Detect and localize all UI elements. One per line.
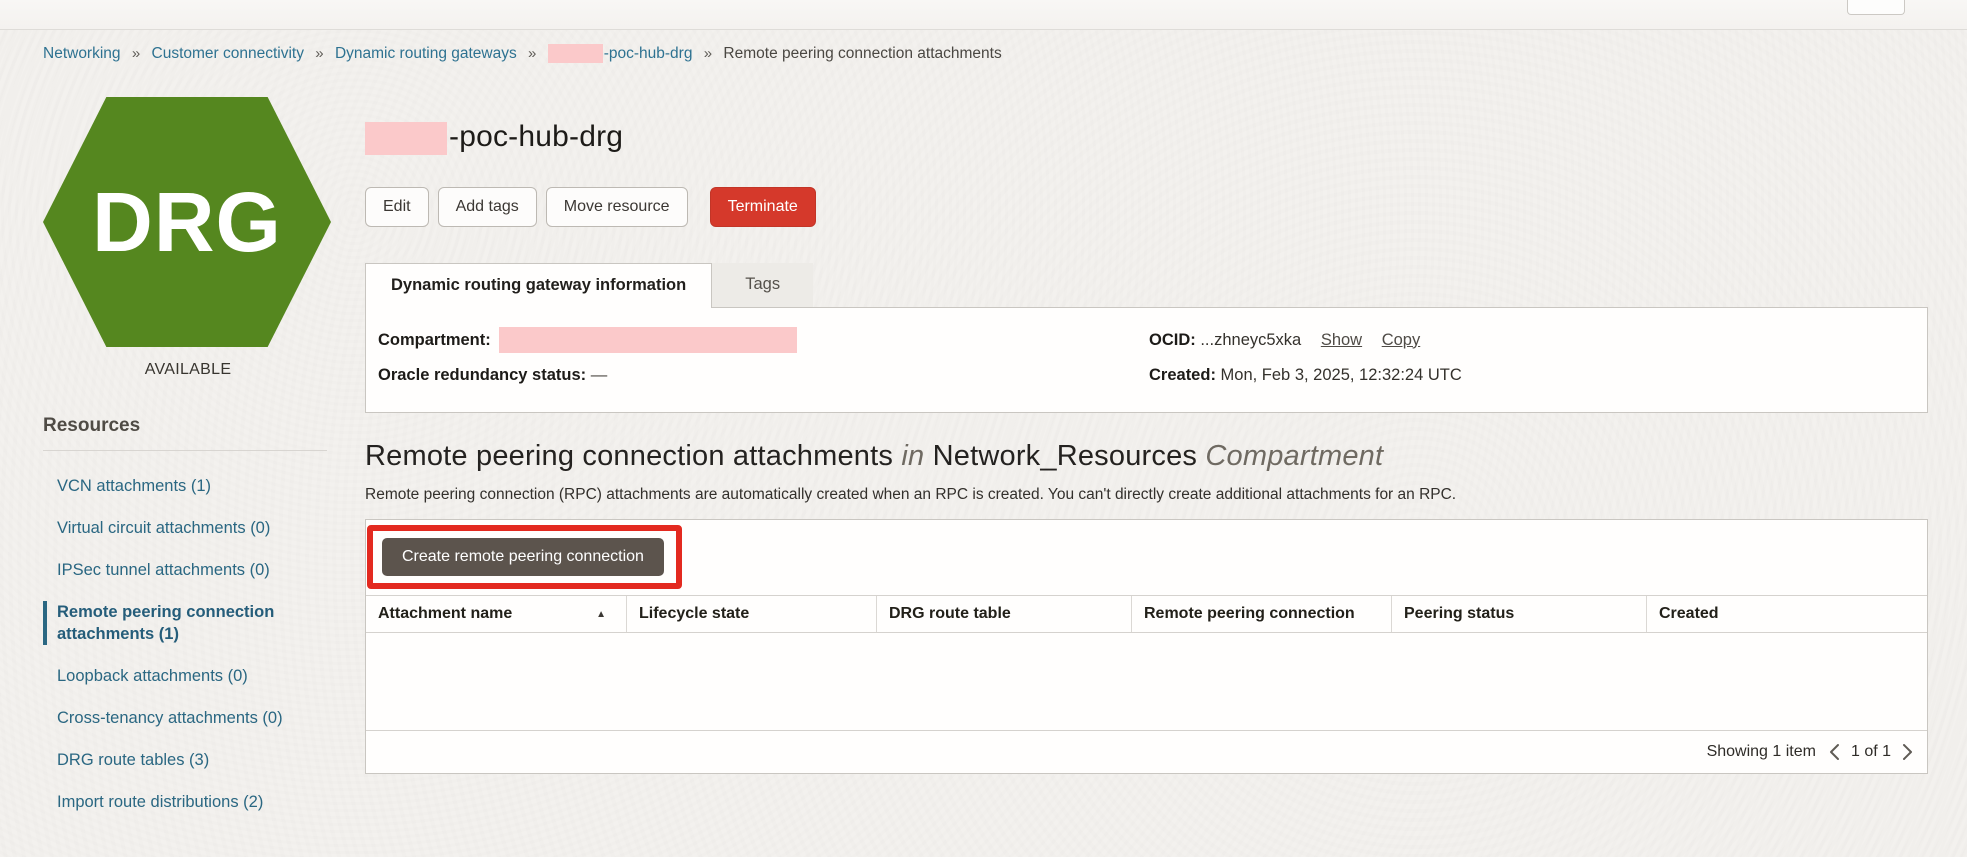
column-header-created[interactable]: Created (1646, 596, 1927, 633)
sidebar-item-import-route-distributions[interactable]: Import route distributions (2) (43, 791, 323, 813)
column-header-remote-peering-connection[interactable]: Remote peering connection (1131, 596, 1391, 633)
rail-divider (43, 450, 327, 451)
page-title: -poc-hub-drg (365, 120, 1928, 155)
column-header-peering-status[interactable]: Peering status (1391, 596, 1646, 633)
ocid-value: ...zhneyc5xka (1200, 330, 1302, 349)
sort-ascending-icon: ▲ (596, 608, 606, 620)
gateway-information-panel: Compartment: OCID: ...zhneyc5xka Show Co… (365, 306, 1928, 414)
chevron-left-icon[interactable] (1829, 743, 1840, 761)
breadcrumb-separator: » (528, 45, 537, 62)
sidebar-item-ipsec-tunnel-attachments[interactable]: IPSec tunnel attachments (0) (43, 559, 323, 581)
table-body-empty (366, 633, 1927, 732)
section-description: Remote peering connection (RPC) attachme… (365, 486, 1457, 504)
ocid-copy-link[interactable]: Copy (1382, 331, 1421, 349)
chevron-right-icon[interactable] (1902, 743, 1913, 761)
ocid-show-link[interactable]: Show (1321, 331, 1362, 349)
table-footer: Showing 1 item 1 of 1 (366, 731, 1927, 773)
resource-icon-block: DRG AVAILABLE (43, 97, 333, 379)
sidebar-item-cross-tenancy-attachments[interactable]: Cross-tenancy attachments (0) (43, 707, 323, 729)
ocid-field: OCID: ...zhneyc5xka Show Copy (1149, 327, 1915, 354)
drg-hexagon-icon: DRG (43, 97, 331, 347)
showing-items-text: Showing 1 item (1706, 743, 1816, 761)
compartment-label: Compartment: (378, 330, 491, 349)
drg-hexagon-label: DRG (92, 174, 282, 269)
sidebar-item-virtual-circuit-attachments[interactable]: Virtual circuit attachments (0) (43, 517, 323, 539)
tab-dynamic-routing-gateway-information[interactable]: Dynamic routing gateway information (365, 262, 713, 308)
main-column: -poc-hub-drg Edit Add tags Move resource… (365, 94, 1928, 833)
redundancy-label: Oracle redundancy status: (378, 366, 587, 385)
sidebar-item-remote-peering-connection-attachments[interactable]: Remote peering connection attachments (1… (43, 601, 323, 645)
created-value: Mon, Feb 3, 2025, 12:32:24 UTC (1220, 366, 1462, 385)
breadcrumb-current: Remote peering connection attachments (723, 45, 1002, 62)
column-header-attachment-name[interactable]: Attachment name ▲ (366, 596, 626, 632)
table-header-row: Attachment name ▲ Lifecycle state DRG ro… (366, 595, 1927, 634)
annotation-highlight-box: Create remote peering connection (367, 525, 682, 590)
compartment-field: Compartment: (378, 327, 1149, 354)
pagination: 1 of 1 (1829, 743, 1913, 761)
section-heading-compartment-name: Network_Resources (932, 440, 1198, 473)
content: DRG AVAILABLE Resources VCN attachments … (43, 94, 1928, 833)
breadcrumb-link-dynamic-routing-gateways[interactable]: Dynamic routing gateways (335, 45, 517, 62)
breadcrumb-link-drg-name[interactable]: -poc-hub-drg (604, 45, 693, 62)
breadcrumb: Networking » Customer connectivity » Dyn… (43, 44, 1928, 64)
breadcrumb-link-customer-connectivity[interactable]: Customer connectivity (152, 45, 304, 62)
ocid-label: OCID: (1149, 330, 1196, 349)
page: Networking » Customer connectivity » Dyn… (0, 0, 1967, 833)
sidebar-item-drg-route-tables[interactable]: DRG route tables (3) (43, 749, 323, 771)
page-indicator: 1 of 1 (1850, 743, 1891, 761)
section-heading: Remote peering connection attachments in… (365, 440, 1928, 473)
redaction-block (498, 327, 797, 354)
edit-button[interactable]: Edit (365, 186, 429, 227)
column-header-drg-route-table[interactable]: DRG route table (876, 596, 1131, 633)
attachments-table-card: Create remote peering connection Attachm… (365, 519, 1928, 775)
redundancy-field: Oracle redundancy status: — (378, 362, 1149, 388)
section-heading-in: in (901, 440, 925, 473)
resources-heading: Resources (43, 415, 141, 436)
sidebar-item-vcn-attachments[interactable]: VCN attachments (1) (43, 475, 323, 497)
create-remote-peering-connection-button[interactable]: Create remote peering connection (382, 538, 664, 577)
page-title-text: -poc-hub-drg (449, 120, 624, 153)
redundancy-value: — (590, 366, 608, 385)
breadcrumb-separator: » (315, 45, 324, 62)
move-resource-button[interactable]: Move resource (545, 186, 688, 227)
section-heading-main: Remote peering connection attachments (365, 440, 894, 473)
breadcrumb-separator: » (703, 45, 713, 62)
sidebar-item-loopback-attachments[interactable]: Loopback attachments (0) (43, 665, 323, 687)
table-toolbar: Create remote peering connection (366, 520, 1927, 595)
tab-tags[interactable]: Tags (712, 262, 814, 308)
created-field: Created: Mon, Feb 3, 2025, 12:32:24 UTC (1149, 362, 1915, 388)
left-rail: DRG AVAILABLE Resources VCN attachments … (43, 94, 365, 833)
column-header-lifecycle-state[interactable]: Lifecycle state (626, 596, 876, 633)
terminate-button[interactable]: Terminate (709, 186, 816, 227)
section-heading-compartment-word: Compartment (1205, 440, 1384, 473)
add-tags-button[interactable]: Add tags (437, 186, 537, 227)
actions-row: Edit Add tags Move resource Terminate (365, 186, 1928, 227)
redaction-block (365, 121, 447, 155)
breadcrumb-link-networking[interactable]: Networking (43, 45, 121, 62)
status-badge: AVAILABLE (144, 361, 232, 378)
tabs-row: Dynamic routing gateway information Tags (365, 262, 1928, 308)
created-label: Created: (1149, 366, 1216, 385)
redaction-block (547, 44, 603, 64)
column-header-label: Attachment name (378, 605, 513, 623)
breadcrumb-separator: » (131, 45, 141, 62)
resources-list: VCN attachments (1) Virtual circuit atta… (43, 475, 365, 813)
